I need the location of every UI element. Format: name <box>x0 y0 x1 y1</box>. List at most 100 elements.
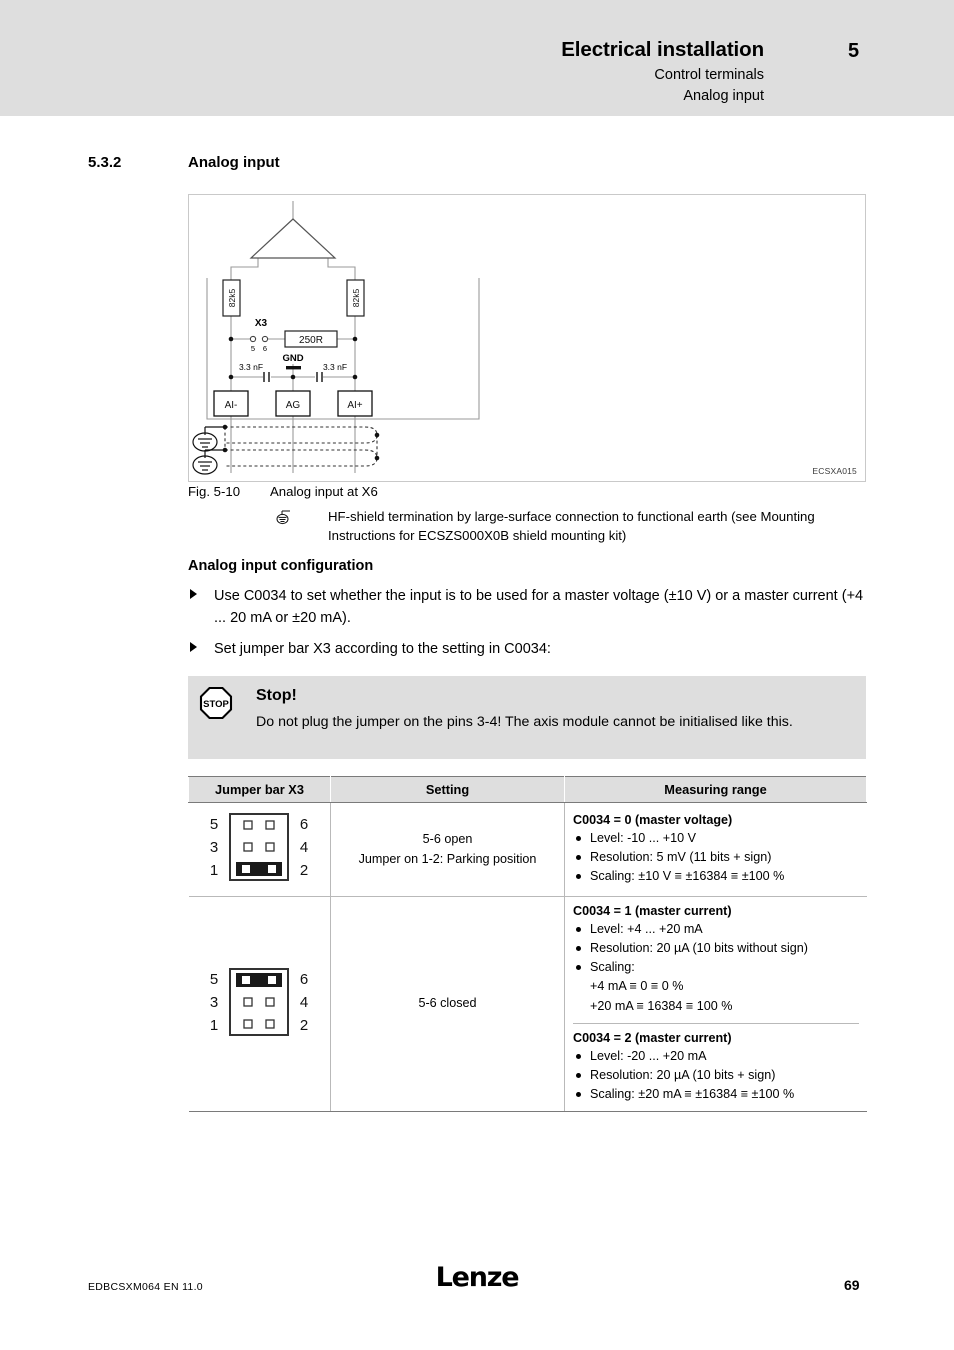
shield-loop-lower <box>225 449 378 467</box>
figure-caption-text: Analog input at X6 <box>270 484 378 499</box>
setting-line: 5-6 open <box>422 831 473 846</box>
pin-5 <box>242 975 251 984</box>
configuration-bullets: Use C0034 to set whether the input is to… <box>188 585 878 669</box>
pin-4 <box>265 842 275 852</box>
jumper-x3-label: X3 <box>255 318 268 329</box>
page-header: Electrical installation Control terminal… <box>0 0 954 116</box>
pin-2 <box>265 1018 275 1029</box>
pin-6 <box>268 975 277 984</box>
stop-warning-box: STOP Stop! Do not plug the jumper on the… <box>188 676 866 759</box>
list-item: Set jumper bar X3 according to the setti… <box>188 638 878 660</box>
measuring-range-list: Level: -20 ... +20 mA Resolution: 20 µA … <box>573 1047 859 1104</box>
resistor-left-label: 82k5 <box>227 289 237 308</box>
section-number: 5.3.2 <box>88 154 122 171</box>
resistor-right-label: 82k5 <box>351 289 361 308</box>
svg-text:AI-: AI- <box>225 400 238 411</box>
shield-loop-upper <box>225 426 378 444</box>
header-titles: Electrical installation Control terminal… <box>561 38 764 107</box>
measuring-range-list: Level: -10 ... +10 V Resolution: 5 mV (1… <box>573 829 859 886</box>
node-dot <box>228 336 234 342</box>
list-item: Resolution: 20 µA (10 bits without sign) <box>573 939 859 958</box>
column-header-setting: Setting <box>330 776 565 803</box>
list-item-text: Use C0034 to set whether the input is to… <box>214 588 864 627</box>
node-dot <box>374 432 380 438</box>
pin-3 <box>243 996 253 1007</box>
jumper-label-4: 4 <box>300 994 308 1011</box>
functional-earth-icon-lower <box>192 449 225 475</box>
figure-caption-label: Fig. 5-10 <box>188 484 241 499</box>
jumper-label-1: 1 <box>210 1017 218 1034</box>
pin-1 <box>242 865 251 873</box>
list-item: Scaling: ±20 mA ≡ ±16384 ≡ ±100 % <box>573 1085 859 1104</box>
jumper-bar-diagram: 5 3 1 6 4 2 <box>210 813 308 881</box>
header-title: Electrical installation <box>561 38 764 61</box>
jumper-label-5: 5 <box>210 971 218 988</box>
jumper-graphic-row-1: 5 3 1 6 4 2 <box>188 896 331 1113</box>
measuring-range-heading: C0034 = 1 (master current) <box>573 904 732 918</box>
jumper-bar-diagram: 5 3 1 6 4 2 <box>210 967 308 1036</box>
figure-analog-input: 82k5 82k5 X3 5 6 250R GND 3.3 nF 3.3 nF … <box>188 194 866 482</box>
arrow-bullet-icon <box>190 642 197 653</box>
gnd-icon <box>286 366 301 370</box>
node-dot <box>228 374 234 380</box>
jumper-pin-5-icon <box>249 335 257 343</box>
pin-4 <box>265 996 275 1007</box>
capacitor-right-icon <box>316 372 323 382</box>
capacitor-right-label: 3.3 nF <box>323 362 347 372</box>
jumper-graphic-row-0: 5 3 1 6 4 2 <box>188 802 331 897</box>
jumper-pin-5-number: 5 <box>251 344 255 353</box>
circuit-diagram: 82k5 82k5 X3 5 6 250R GND 3.3 nF 3.3 nF … <box>192 201 480 475</box>
table-row: 5 3 1 6 4 2 5-6 open Jumper on 1-2: Park… <box>188 802 867 897</box>
list-item-text: Set jumper bar X3 according to the setti… <box>214 641 551 658</box>
jumper-label-6: 6 <box>300 971 308 988</box>
table-row: 5 3 1 6 4 2 5-6 closed C0034 = 1 (master… <box>188 896 867 1113</box>
resistor-250r: 250R <box>284 330 338 348</box>
jumper-label-3: 3 <box>210 994 218 1011</box>
pin-3 <box>243 842 253 852</box>
node-dot <box>290 374 296 380</box>
jumper-label-2: 2 <box>300 1017 308 1034</box>
table-header-row: Jumper bar X3 Setting Measuring range <box>188 776 867 803</box>
column-header-measuring-range: Measuring range <box>564 776 867 803</box>
resistor-left: 82k5 <box>222 279 241 317</box>
measuring-range-cell-row-0: C0034 = 0 (master voltage) Level: -10 ..… <box>564 802 867 897</box>
jumper-pin-6-icon <box>261 335 269 343</box>
resistor-right: 82k5 <box>346 279 365 317</box>
jumper-label-4: 4 <box>300 839 308 856</box>
header-chapter-number: 5 <box>848 40 860 62</box>
svg-text:AI+: AI+ <box>347 400 362 411</box>
list-item: Level: +4 ... +20 mA <box>573 920 859 939</box>
terminal-ai-minus: AI- <box>213 390 249 417</box>
capacitor-left-icon <box>263 372 270 382</box>
setting-line: Jumper on 1-2: Parking position <box>358 851 537 866</box>
measuring-range-list: Level: +4 ... +20 mA Resolution: 20 µA (… <box>573 920 859 977</box>
measuring-range-heading: C0034 = 2 (master current) <box>573 1030 732 1045</box>
jumper-pin-6-number: 6 <box>263 344 267 353</box>
gnd-label: GND <box>282 353 303 364</box>
setting-cell-row-1: 5-6 closed <box>330 896 565 1113</box>
node-dot <box>374 455 380 461</box>
header-subtitle-2: Analog input <box>683 88 764 105</box>
measuring-range-block: C0034 = 0 (master voltage) Level: -10 ..… <box>573 813 859 886</box>
figure-note-text: HF-shield termination by large-surface c… <box>328 509 815 544</box>
measuring-range-heading: C0034 = 0 (master voltage) <box>573 812 733 827</box>
list-item: Resolution: 5 mV (11 bits + sign) <box>573 848 859 867</box>
measuring-range-subitem: +20 mA ≡ 16384 ≡ 100 % <box>590 998 733 1013</box>
list-item: Scaling: ±10 V ≡ ±16384 ≡ ±100 % <box>573 867 859 886</box>
list-item: Level: -20 ... +20 mA <box>573 1047 859 1066</box>
measuring-range-cell-row-1: C0034 = 1 (master current) Level: +4 ...… <box>564 896 867 1113</box>
resistor-250r-label: 250R <box>299 335 323 346</box>
lenze-logo: Lenze <box>435 1262 520 1293</box>
page-title: Analog input <box>188 154 280 171</box>
svg-text:AG: AG <box>286 400 301 411</box>
jumper-label-3: 3 <box>210 839 218 856</box>
jumper-configuration-table: Jumper bar X3 Setting Measuring range 5 … <box>188 776 867 1113</box>
pin-1 <box>243 1018 253 1029</box>
setting-cell-row-0: 5-6 open Jumper on 1-2: Parking position <box>330 802 565 897</box>
jumper-label-1: 1 <box>210 862 218 879</box>
node-dot <box>352 374 358 380</box>
header-subtitle-1: Control terminals <box>654 67 764 84</box>
jumper-label-5: 5 <box>210 816 218 833</box>
footer-page-number: 69 <box>844 1277 860 1293</box>
stop-text: Do not plug the jumper on the pins 3-4! … <box>256 714 793 730</box>
